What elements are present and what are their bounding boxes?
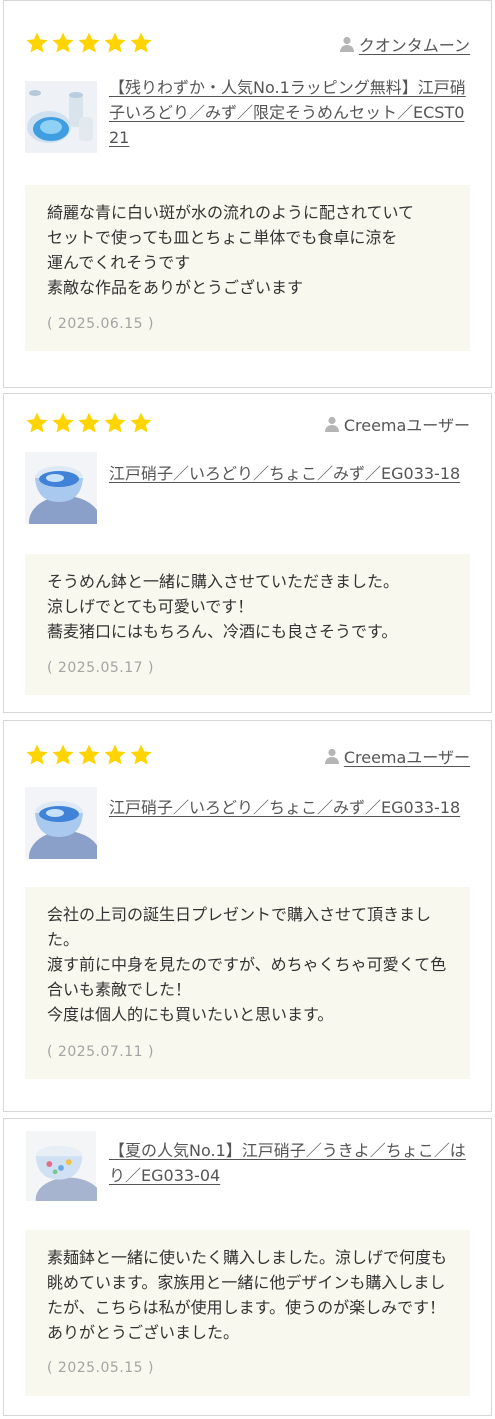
product-thumbnail[interactable] xyxy=(25,787,97,859)
star-icon xyxy=(51,31,77,57)
star-icon xyxy=(25,743,51,769)
reviewer-name[interactable]: クオンタムーン xyxy=(359,32,470,56)
star-icon xyxy=(77,743,103,769)
review-date: ( 2025.07.11 ) xyxy=(47,1044,154,1060)
user-icon xyxy=(339,36,354,52)
product-thumbnail[interactable] xyxy=(25,452,97,524)
review-card: クオンタムーン 【残りわずか・人気No.1ラッピング無料】江戸硝子いろどり／みず… xyxy=(3,0,492,388)
star-icon xyxy=(129,31,155,57)
review-card: 【夏の人気No.1】江戸硝子／うきよ／ちょこ／はり／EG033-04 素麺鉢と一… xyxy=(3,1118,492,1416)
review-card: Creemaユーザー 江戸硝子／いろどり／ちょこ／みず／EG033-18 会社の… xyxy=(3,720,492,1112)
review-text: そうめん鉢と一緒に購入させていただきました。 涼しげでとても可愛いです！ 蕎麦猪… xyxy=(47,572,400,641)
star-icon xyxy=(77,411,103,437)
product-link[interactable]: 【夏の人気No.1】江戸硝子／うきよ／ちょこ／はり／EG033-04 xyxy=(109,1138,471,1188)
review-body: そうめん鉢と一緒に購入させていただきました。 涼しげでとても可愛いです！ 蕎麦猪… xyxy=(25,554,470,695)
reviewer[interactable]: クオンタムーン xyxy=(339,32,470,56)
review-body: 会社の上司の誕生日プレゼントで購入させて頂きました。 渡す前に中身を見たのですが… xyxy=(25,887,470,1079)
reviewer: Creemaユーザー xyxy=(324,412,470,436)
product-link[interactable]: 【残りわずか・人気No.1ラッピング無料】江戸硝子いろどり／みず／限定そうめんセ… xyxy=(109,75,471,150)
product-thumbnail[interactable] xyxy=(25,81,97,153)
review-body: 綺麗な青に白い斑が水の流れのように配されていて セットで使っても皿とちょこ単体で… xyxy=(25,185,470,351)
star-icon xyxy=(25,411,51,437)
review-body: 素麺鉢と一緒に使いたく購入しました。涼しげで何度も眺めています。家族用と一緒に他… xyxy=(25,1230,470,1396)
star-icon xyxy=(103,411,129,437)
product-thumbnail[interactable] xyxy=(25,1131,97,1201)
review-card: Creemaユーザー 江戸硝子／いろどり／ちょこ／みず／EG033-18 そうめ… xyxy=(3,393,492,713)
reviewer[interactable]: Creemaユーザー xyxy=(324,744,470,768)
product-link[interactable]: 江戸硝子／いろどり／ちょこ／みず／EG033-18 xyxy=(109,795,471,820)
star-icon xyxy=(129,411,155,437)
review-text: 素麺鉢と一緒に使いたく購入しました。涼しげで何度も眺めています。家族用と一緒に他… xyxy=(47,1248,448,1342)
star-icon xyxy=(103,743,129,769)
star-icon xyxy=(129,743,155,769)
star-icon xyxy=(51,411,77,437)
review-text: 会社の上司の誕生日プレゼントで購入させて頂きました。 渡す前に中身を見たのですが… xyxy=(47,905,447,1024)
star-icon xyxy=(25,31,51,57)
reviewer-name: Creemaユーザー xyxy=(343,416,470,435)
star-rating xyxy=(25,411,155,441)
star-rating xyxy=(25,31,155,61)
review-date: ( 2025.06.15 ) xyxy=(47,316,154,332)
review-date: ( 2025.05.15 ) xyxy=(47,1360,154,1376)
product-link[interactable]: 江戸硝子／いろどり／ちょこ／みず／EG033-18 xyxy=(109,461,471,486)
star-icon xyxy=(103,31,129,57)
review-text: 綺麗な青に白い斑が水の流れのように配されていて セットで使っても皿とちょこ単体で… xyxy=(47,203,415,297)
user-icon xyxy=(324,748,339,764)
star-icon xyxy=(51,743,77,769)
review-date: ( 2025.05.17 ) xyxy=(47,660,154,676)
star-icon xyxy=(77,31,103,57)
reviewer-name[interactable]: Creemaユーザー xyxy=(344,744,470,768)
user-icon xyxy=(324,416,339,432)
star-rating xyxy=(25,743,155,773)
